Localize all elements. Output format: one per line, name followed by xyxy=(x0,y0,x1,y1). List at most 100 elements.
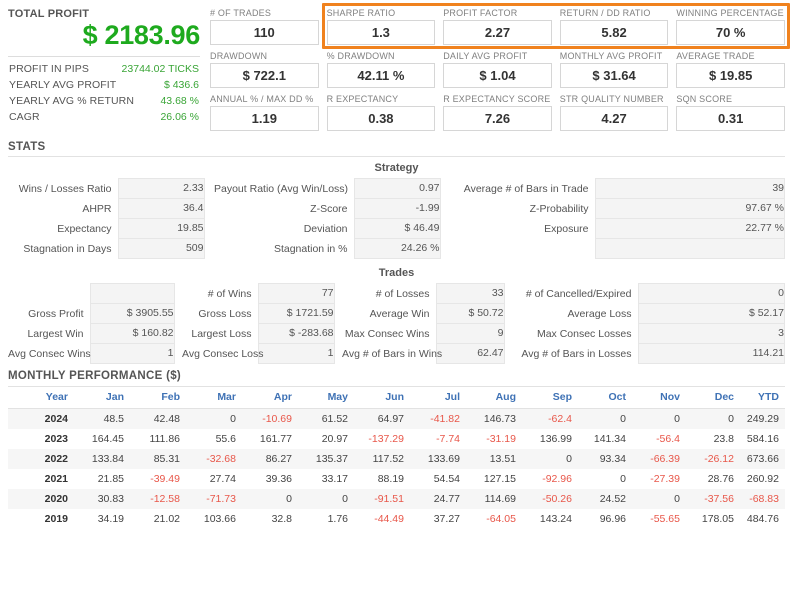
stat-value: 0.97 xyxy=(353,178,441,199)
monthly-value-cell: 23.8 xyxy=(713,433,734,445)
monthly-value-cell: 1.76 xyxy=(327,513,348,525)
monthly-column-header: Aug xyxy=(466,386,522,409)
summary-rows: PROFIT IN PIPS 23744.02 TICKS YEARLY AVG P… xyxy=(8,61,200,125)
metric-value-box: $ 19.85 xyxy=(676,63,785,88)
monthly-value-cell: 161.77 xyxy=(259,433,292,445)
monthly-value-cell: 96.96 xyxy=(599,513,626,525)
stat-value: 114.21 xyxy=(637,343,785,364)
metric-rows: # OF TRADES 110 SHARPE RATIO 1.3 PROFIT FACT… xyxy=(210,7,785,131)
summary-row-label: PROFIT IN PIPS xyxy=(9,63,89,76)
metric-cell: DAILY AVG PROFIT $ 1.04 xyxy=(443,50,552,88)
metric-label: AVERAGE TRADE xyxy=(676,51,755,61)
monthly-value-cell: 48.5 xyxy=(103,413,124,425)
monthly-value-cell: 117.52 xyxy=(372,453,404,465)
monthly-table-row: 2022 133.84 85.31 -32.68 86.27 135.37 117.52 13… xyxy=(8,449,785,469)
monthly-value-cell: 260.92 xyxy=(746,473,779,485)
metric-cell: ANNUAL % / MAX DD % 1.19 xyxy=(210,93,319,131)
metric-label: SHARPE RATIO xyxy=(326,8,396,18)
stat-label xyxy=(450,239,595,259)
summary-row-value: 26.06 % xyxy=(160,111,199,124)
metric-cell: WINNING PERCENTAGE 70 % xyxy=(676,7,785,45)
stat-label: Avg # of Bars in Wins xyxy=(342,347,443,360)
spacer xyxy=(204,179,214,199)
metric-cell: SQN SCORE 0.31 xyxy=(676,93,785,131)
monthly-value-cell: -39.49 xyxy=(150,473,180,485)
metric-cell: R EXPECTANCY 0.38 xyxy=(326,93,436,131)
monthly-value-cell: 85.31 xyxy=(153,453,180,465)
monthly-value-cell: 249.29 xyxy=(746,413,779,425)
monthly-value-cell: -32.68 xyxy=(206,453,236,465)
monthly-value-cell: 24.52 xyxy=(599,493,626,505)
monthly-value-cell: 0 xyxy=(674,493,680,505)
metric-value-box: 2.27 xyxy=(443,20,552,45)
spacer xyxy=(204,199,214,219)
spacer xyxy=(504,344,512,364)
stats-row: AHPR 36.4 Z-Score -1.99 Z-Probability 97.67 % xyxy=(8,198,785,219)
monthly-value-cell: 0 xyxy=(566,453,572,465)
stat-value: 509 xyxy=(117,238,205,259)
monthly-value-cell: -71.73 xyxy=(206,493,236,505)
summary-divider xyxy=(8,56,200,58)
summary-row: PROFIT IN PIPS 23744.02 TICKS xyxy=(8,61,200,77)
monthly-column-header: Year xyxy=(8,386,74,409)
monthly-value-cell: 55.6 xyxy=(215,433,236,445)
metric-label: # OF TRADES xyxy=(210,8,272,18)
metric-cell: MONTHLY AVG PROFIT $ 31.64 xyxy=(559,50,669,88)
monthly-value-cell: 24.77 xyxy=(433,493,460,505)
monthly-year-cell: 2022 xyxy=(44,453,68,465)
stat-value: -1.99 xyxy=(353,198,441,219)
monthly-column-header: May xyxy=(298,386,354,409)
spacer xyxy=(334,324,342,344)
monthly-year-cell: 2020 xyxy=(44,493,68,505)
stat-value: 24.26 % xyxy=(353,238,441,259)
stat-value: 1 xyxy=(89,343,175,364)
metric-label: WINNING PERCENTAGE xyxy=(676,8,784,18)
monthly-value-cell: 484.76 xyxy=(746,513,779,525)
stat-label: Expectancy xyxy=(57,222,112,235)
monthly-value-cell: 86.27 xyxy=(265,453,292,465)
stat-label: Wins / Losses Ratio xyxy=(18,182,112,195)
metric-cell: R EXPECTANCY SCORE 7.26 xyxy=(443,93,552,131)
monthly-value-cell: -92.96 xyxy=(542,473,572,485)
summary-row-label: YEARLY AVG % RETURN xyxy=(9,95,135,108)
stat-label: Payout Ratio (Avg Win/Loss) xyxy=(214,182,349,195)
spacer xyxy=(440,179,450,199)
monthly-value-cell: 0 xyxy=(230,413,236,425)
stat-value: 33 xyxy=(435,283,505,304)
stat-label: Avg Consec Wins xyxy=(8,347,91,360)
spacer xyxy=(334,284,342,304)
stat-label: Avg # of Bars in Losses xyxy=(521,347,632,360)
monthly-year-cell: 2023 xyxy=(44,433,68,445)
monthly-value-cell: -27.39 xyxy=(650,473,680,485)
total-profit-panel: TOTAL PROFIT $ 2183.96 PROFIT IN PIPS 237… xyxy=(8,6,200,136)
summary-row: YEARLY AVG % RETURN 43.68 % xyxy=(8,93,200,109)
monthly-value-cell: -55.65 xyxy=(650,513,680,525)
monthly-value-cell: 111.86 xyxy=(149,433,180,445)
metric-value-box: 4.27 xyxy=(559,106,669,131)
metric-label: DRAWDOWN xyxy=(210,51,268,61)
report-page: TOTAL PROFIT $ 2183.96 PROFIT IN PIPS 237… xyxy=(0,0,793,600)
monthly-table-row: 2023 164.45 111.86 55.6 161.77 20.97 -137.29 -7… xyxy=(8,429,785,449)
monthly-value-cell: 178.05 xyxy=(701,513,734,525)
stat-value: $ -283.68 xyxy=(257,323,335,344)
stat-value: 0 xyxy=(637,283,785,304)
monthly-value-cell: 54.54 xyxy=(433,473,460,485)
spacer xyxy=(334,304,342,324)
metric-value-box: 42.11 % xyxy=(326,63,436,88)
stat-label: Stagnation in % xyxy=(273,242,348,255)
stats-row: Wins / Losses Ratio 2.33 Payout Ratio (Avg… xyxy=(8,178,785,199)
metric-label: % DRAWDOWN xyxy=(326,51,395,61)
monthly-value-cell: -31.19 xyxy=(486,433,516,445)
stat-label: # of Wins xyxy=(207,287,252,300)
metric-label: STR QUALITY NUMBER xyxy=(559,94,664,104)
monthly-value-cell: 34.19 xyxy=(97,513,124,525)
spacer xyxy=(440,239,450,259)
stat-label: Average Loss xyxy=(567,307,632,320)
stats-row: Avg Consec Wins 1 Avg Consec Loss 1 Avg # of… xyxy=(8,343,785,364)
monthly-table-row: 2019 34.19 21.02 103.66 32.8 1.76 -44.49 37.27 -… xyxy=(8,509,785,529)
spacer xyxy=(204,219,214,239)
spacer xyxy=(504,284,512,304)
top-summary-section: TOTAL PROFIT $ 2183.96 PROFIT IN PIPS 237… xyxy=(0,0,793,136)
monthly-table-header-row: Year Jan Feb Mar Apr May Jun Jul Aug Sep Oct Nov Dec… xyxy=(8,386,785,409)
metric-label: DAILY AVG PROFIT xyxy=(443,51,528,61)
